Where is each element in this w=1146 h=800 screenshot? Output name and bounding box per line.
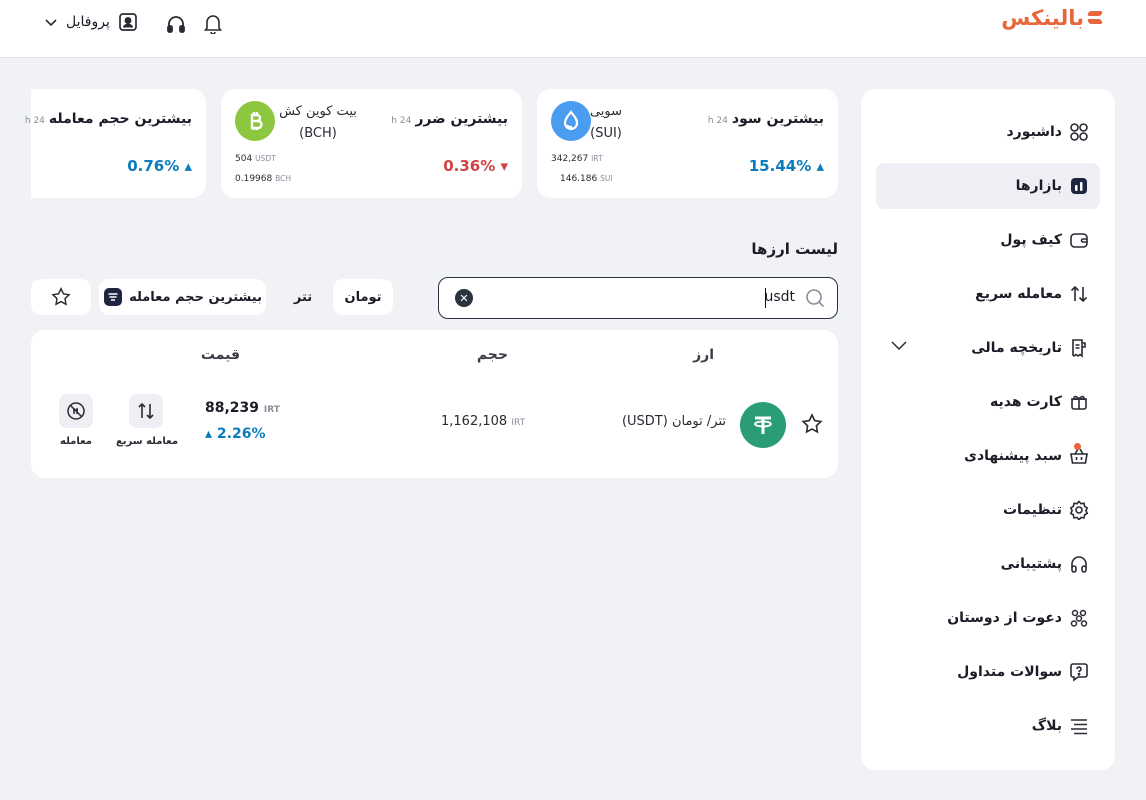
clear-icon[interactable]: ✕	[455, 289, 473, 307]
sidebar-item-label: معامله سریع	[975, 286, 1062, 302]
markets-icon	[1068, 175, 1090, 197]
change-percent: ▴ 0.76%	[127, 157, 192, 175]
sidebar: داشبورد بازارها کیف پول معامله سریع تاری…	[861, 89, 1115, 770]
change-percent: ▾ 0.36%	[443, 157, 508, 175]
stat-title: بیشترین ضرر24 h	[391, 111, 508, 127]
price-lines: 342,267 IRT 146.186 SUI	[551, 154, 613, 184]
gear-icon	[1068, 499, 1090, 521]
headset-icon	[1068, 553, 1090, 575]
stat-title: بیشترین سود24 h	[707, 111, 824, 127]
sidebar-item-quick-trade[interactable]: معامله سریع	[876, 271, 1100, 317]
invite-icon	[1068, 607, 1090, 629]
text-caret	[765, 288, 766, 308]
filter-tether[interactable]: تتر	[273, 279, 333, 315]
search-input[interactable]: usdt ✕	[438, 277, 838, 319]
sidebar-item-invite[interactable]: دعوت از دوستان	[876, 595, 1100, 641]
blog-icon	[1068, 715, 1090, 737]
top-header: بالینکس پروفایل	[0, 0, 1146, 58]
history-icon	[1068, 337, 1090, 359]
sidebar-item-suggested-basket[interactable]: سبد پیشنهادی	[876, 433, 1100, 479]
sort-icon	[104, 288, 123, 306]
star-icon	[51, 287, 71, 306]
column-header-price: قیمت	[200, 347, 240, 363]
sidebar-item-faq[interactable]: سوالات متداول	[876, 649, 1100, 695]
sidebar-item-label: تاریخچه مالی	[971, 340, 1062, 356]
swap-icon	[1068, 283, 1090, 305]
column-header-coin: ارز	[693, 347, 714, 363]
logo-text: بالینکس	[1001, 6, 1084, 30]
swap-icon	[138, 402, 154, 420]
sidebar-item-label: بلاگ	[1031, 718, 1062, 734]
sidebar-item-history[interactable]: تاریخچه مالی	[876, 325, 1100, 371]
change-percent: ▴ 15.44%	[748, 157, 824, 175]
quick-trade-label: معامله سریع	[115, 436, 179, 447]
logo-mark-icon	[1086, 11, 1106, 25]
trade-label: معامله	[60, 436, 92, 447]
favorites-filter-button[interactable]	[31, 279, 91, 315]
sidebar-item-wallet[interactable]: کیف پول	[876, 217, 1100, 263]
wallet-icon	[1068, 229, 1090, 251]
stat-card-top-volume[interactable]: بیشترین حجم معامله24 h ▴ 0.76%	[25, 89, 206, 198]
disabled-trade-icon	[67, 402, 85, 420]
sidebar-item-label: پشتیبانی	[1000, 556, 1062, 572]
search-value: usdt	[764, 289, 795, 305]
stat-title: بیشترین حجم معامله24 h	[24, 111, 192, 127]
sidebar-item-label: کارت هدیه	[990, 394, 1062, 410]
user-card-icon	[118, 13, 137, 31]
star-icon[interactable]	[800, 412, 824, 436]
coin-name: بیت کوین کش (BCH)	[279, 104, 357, 141]
gift-icon	[1068, 391, 1090, 413]
column-header-volume: حجم	[476, 347, 508, 363]
headset-icon[interactable]	[165, 13, 187, 35]
sidebar-item-markets[interactable]: بازارها	[876, 163, 1100, 209]
sidebar-item-support[interactable]: پشتیبانی	[876, 541, 1100, 587]
sui-coin-icon	[551, 101, 591, 141]
filter-toman[interactable]: تومان	[333, 279, 393, 315]
currency-list-title: لیست ارزها	[751, 240, 838, 258]
sidebar-item-gift-card[interactable]: کارت هدیه	[876, 379, 1100, 425]
sidebar-item-label: سوالات متداول	[957, 664, 1062, 680]
stat-card-top-gain[interactable]: بیشترین سود24 h سویی (SUI) ▴ 15.44% 342,2…	[537, 89, 838, 198]
profile-menu[interactable]: پروفایل	[44, 12, 138, 32]
sidebar-item-label: دعوت از دوستان	[947, 610, 1062, 626]
sidebar-item-label: بازارها	[1015, 178, 1062, 194]
currency-table: ارز حجم قیمت تتر/ تومان (USDT) 1,162,108…	[31, 330, 838, 478]
trade-button[interactable]	[59, 394, 93, 428]
sidebar-item-blog[interactable]: بلاگ	[876, 703, 1100, 749]
sidebar-item-label: داشبورد	[1006, 124, 1063, 140]
sidebar-item-dashboard[interactable]: داشبورد	[876, 109, 1100, 155]
pair-name: تتر/ تومان (USDT)	[621, 414, 726, 429]
sort-label: بیشترین حجم معامله	[129, 289, 262, 305]
quick-trade-button[interactable]	[129, 394, 163, 428]
brand-logo[interactable]: بالینکس	[1001, 6, 1106, 30]
price-lines: 504 USDT 0.19968 BCH	[235, 154, 291, 184]
bch-coin-icon	[235, 101, 275, 141]
sidebar-item-label: تنظیمات	[1002, 502, 1062, 518]
notification-dot	[1074, 443, 1081, 450]
sort-dropdown[interactable]: بیشترین حجم معامله	[99, 279, 266, 315]
change-percent: ▴ 2.26%	[205, 426, 266, 442]
sidebar-item-settings[interactable]: تنظیمات	[876, 487, 1100, 533]
chevron-down-icon	[45, 19, 57, 27]
sidebar-item-label: سبد پیشنهادی	[964, 448, 1062, 464]
sidebar-item-label: کیف پول	[1000, 232, 1062, 248]
search-icon	[805, 288, 825, 312]
faq-icon	[1068, 661, 1090, 683]
usdt-coin-icon	[740, 402, 786, 448]
bell-icon[interactable]	[202, 13, 224, 35]
stat-card-top-loss[interactable]: بیشترین ضرر24 h بیت کوین کش (BCH) ▾ 0.36%…	[221, 89, 522, 198]
dashboard-icon	[1068, 121, 1090, 143]
chevron-down-icon[interactable]	[890, 339, 908, 351]
volume-value: 1,162,108 IRT	[441, 414, 526, 429]
profile-label: پروفایل	[66, 14, 110, 30]
price-value: 88,239 IRT	[205, 400, 280, 416]
